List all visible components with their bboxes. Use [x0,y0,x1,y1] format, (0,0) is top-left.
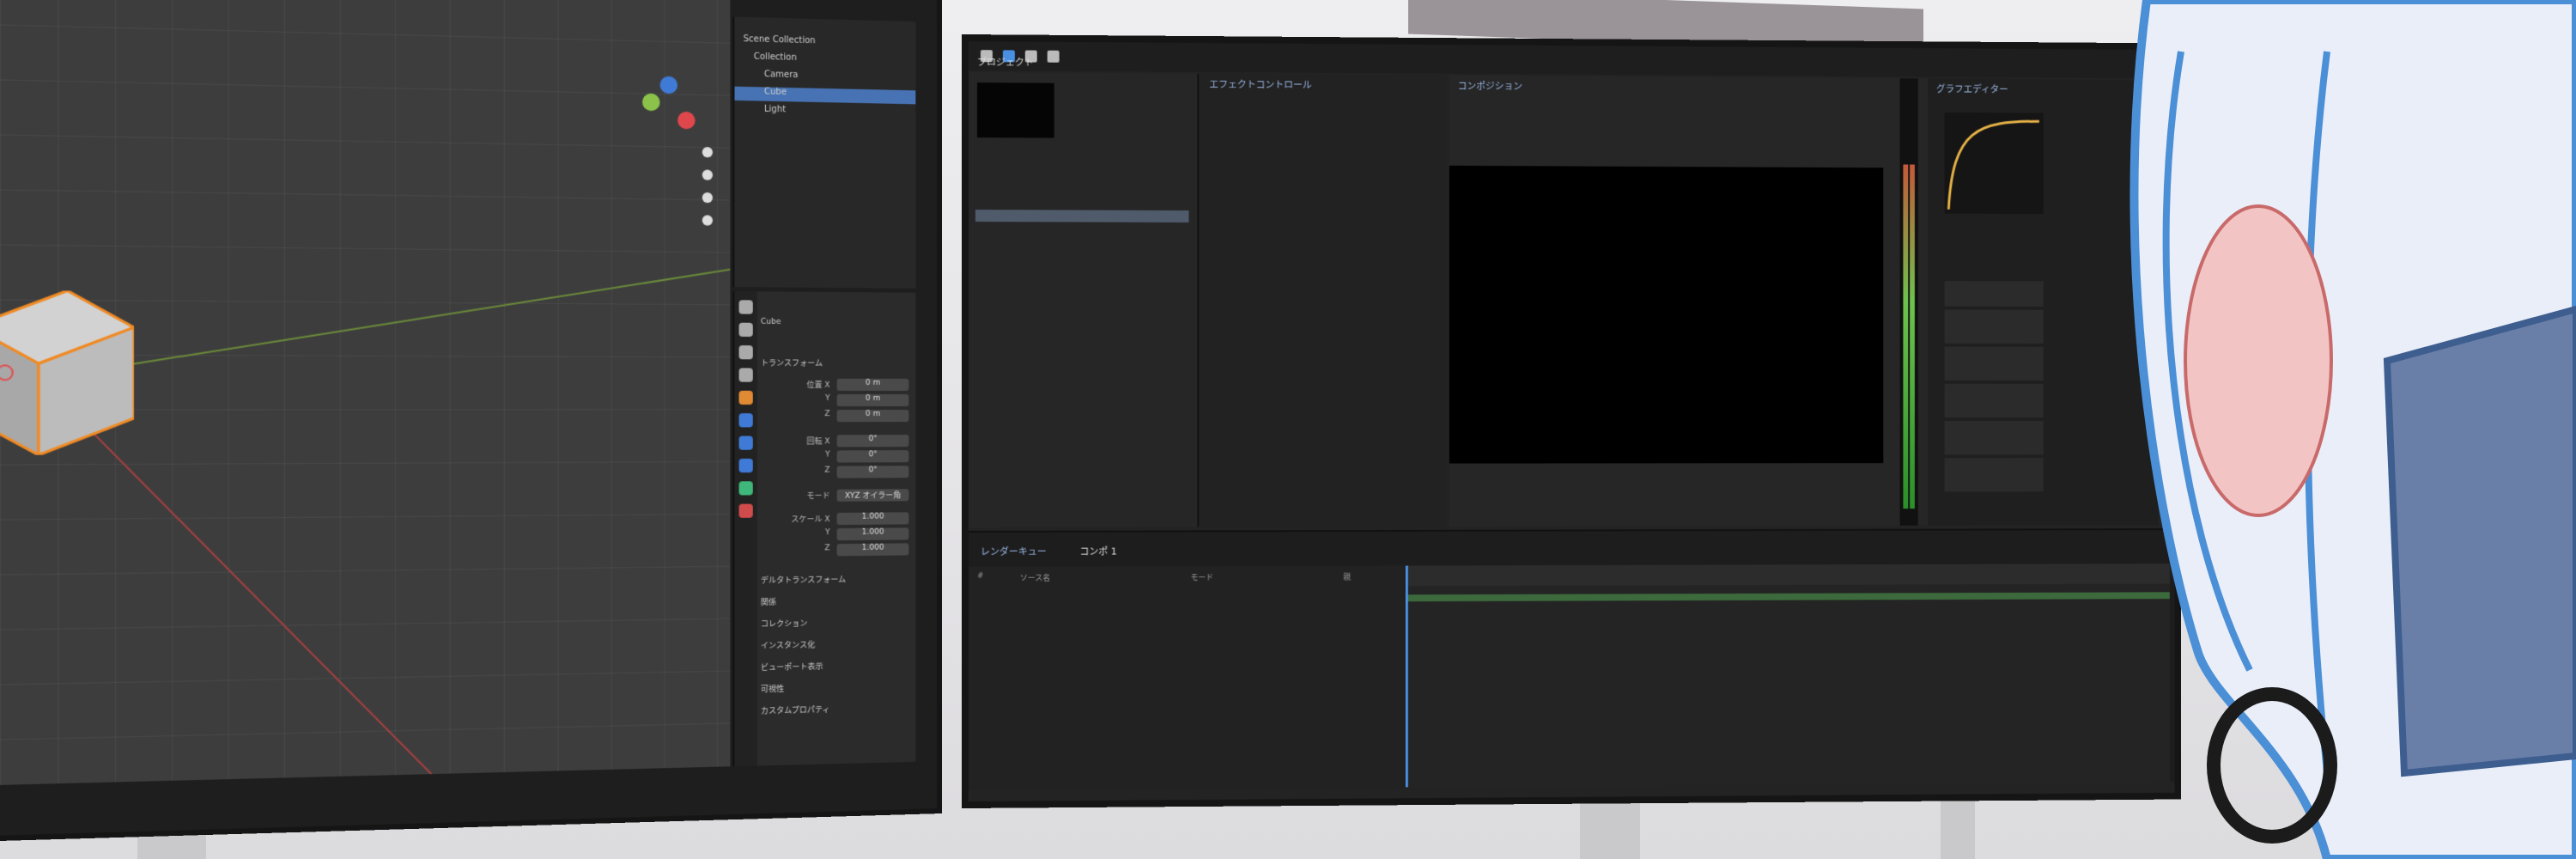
output-icon[interactable] [739,345,753,359]
y-axis-icon[interactable] [642,94,660,112]
outliner-row[interactable]: Collection [754,52,797,67]
collapsed-section[interactable]: インスタンス化 [761,638,815,650]
hand-icon[interactable] [702,169,713,180]
material-icon[interactable] [739,504,753,518]
navigation-gizmo[interactable] [624,76,703,156]
layer-column-header: ソース名 [1020,572,1050,583]
composition-tab[interactable]: コンポジション [1458,79,1522,93]
cube-object[interactable] [0,289,134,455]
vr-desk-scene: Scene Collection Collection Camera Cube … [0,0,2576,859]
field-value[interactable]: 0 m [837,394,909,406]
field-value[interactable]: 0° [837,466,909,478]
field-value[interactable]: 0° [837,450,909,462]
project-panel: プロジェクト [969,72,1199,527]
project-thumbnail [977,82,1054,137]
data-icon[interactable] [739,481,753,495]
timeline-tab-comp[interactable]: コンポ 1 [1080,545,1117,558]
camera-icon[interactable] [702,192,713,203]
outliner-row[interactable]: Light [764,105,786,119]
audio-level-bar [1910,165,1915,509]
field-label: Z [761,410,830,418]
avatar-ear [2185,206,2331,515]
audio-level-bar [1903,164,1908,509]
3d-viewport[interactable] [0,0,730,787]
outliner-row-selected[interactable]: Cube [734,87,915,105]
headset-icon [2207,687,2337,844]
effect-controls-tab[interactable]: エフェクトコントロール [1209,77,1311,92]
field-label: モード [761,490,830,502]
field-value[interactable]: 1.000 [837,512,909,525]
easing-preset-grid [1945,281,2044,491]
field-label: 回転 X [761,435,830,446]
timeline-panel: レンダーキュー コンポ 1 # ソース名 モード 親 [969,528,2175,790]
collapsed-section[interactable]: ビューポート表示 [761,661,823,673]
layer-column-header: 親 [1343,571,1351,582]
field-label: スケール X [761,513,830,525]
constraint-icon[interactable] [739,459,753,472]
field-label: 位置 X [761,379,830,390]
render-icon[interactable] [739,323,753,337]
properties-panel: Cube トランスフォーム 位置 X 0 m Y 0 m Z 0 m 回転 X 0° Y… [732,291,915,766]
collapsed-section[interactable]: 可視性 [761,683,784,695]
graph-editor-tab[interactable]: グラフエディター [1936,82,2008,95]
outliner-row[interactable]: Scene Collection [744,34,816,50]
collapsed-section[interactable]: カスタムプロパティ [761,704,830,716]
field-label: Z [761,544,830,553]
outliner-row[interactable]: Camera [764,70,799,84]
props-header: Cube [761,318,781,326]
field-label: Y [761,394,830,403]
field-value[interactable]: 1.000 [837,527,909,540]
field-label: Y [761,528,830,538]
blender-monitor: Scene Collection Collection Camera Cube … [0,0,942,843]
z-axis-icon[interactable] [660,76,678,94]
composition-canvas[interactable] [1449,166,1883,464]
tool-icon[interactable] [739,300,753,314]
collapsed-section[interactable]: 関係 [761,596,776,607]
field-value[interactable]: 0 m [837,410,909,422]
playhead[interactable] [1406,566,1408,788]
field-value[interactable]: 0° [837,435,909,447]
object-icon[interactable] [739,391,753,405]
layer-column-header: # [977,572,984,581]
layer-column-header: モード [1190,571,1213,582]
physics-icon[interactable] [739,436,753,450]
zoom-icon[interactable] [702,147,713,157]
field-value[interactable]: 0 m [837,379,909,391]
project-item-row[interactable] [975,210,1189,222]
field-value[interactable]: XYZ オイラー角 [837,489,909,502]
field-value[interactable]: 1.000 [837,543,909,556]
field-label: Y [761,450,830,459]
field-label: Z [761,466,830,475]
scene-icon[interactable] [739,368,753,381]
project-tab[interactable]: プロジェクト [977,55,1034,69]
grid-icon[interactable] [702,215,713,225]
viewport-tool-icons [702,147,714,226]
transform-section[interactable]: トランスフォーム [761,356,823,368]
outliner-panel: Scene Collection Collection Camera Cube … [732,16,915,288]
effect-controls-panel: エフェクトコントロール [1200,74,1446,527]
zoom-icon[interactable] [1048,51,1060,63]
collapsed-section[interactable]: コレクション [761,617,808,629]
layer-list: # ソース名 モード 親 [969,566,1404,790]
collapsed-section[interactable]: デルタトランスフォーム [761,573,846,585]
timeline-tab-render[interactable]: レンダーキュー [981,545,1047,558]
properties-tabs [734,291,756,766]
after-effects-monitor: プロジェクト エフェクトコントロール コンポジション グラフエディター レンダー… [962,34,2181,808]
modifier-icon[interactable] [739,413,753,427]
easing-curve[interactable] [1945,113,2044,214]
audio-meter [1900,78,1918,526]
x-axis-icon[interactable] [677,112,695,130]
